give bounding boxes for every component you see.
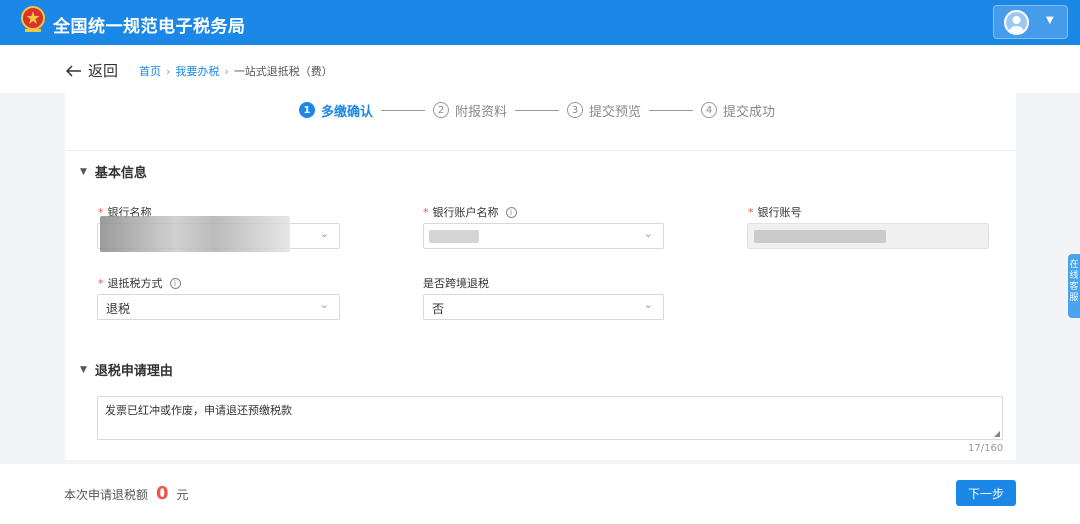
resize-icon[interactable]: ◢: [994, 429, 1000, 438]
char-counter: 17/160: [968, 443, 1004, 454]
amount-value: 0: [156, 483, 169, 504]
breadcrumb-current: 一站式退抵税（费）: [233, 65, 333, 78]
chevron-down-icon: ▼: [80, 166, 87, 177]
chevron-down-icon: ⌄: [319, 227, 329, 240]
user-menu[interactable]: ▼: [993, 5, 1068, 39]
back-arrow-icon: [66, 64, 81, 77]
back-label: 返回: [88, 62, 119, 80]
refund-amount: 本次申请退税额 0 元: [64, 483, 189, 504]
account-no-input: [747, 223, 989, 249]
breadcrumb-home[interactable]: 首页: [139, 65, 161, 78]
step-3: 3 提交预览: [567, 101, 641, 120]
breadcrumb: 首页 › 我要办税 › 一站式退抵税（费）: [139, 65, 333, 78]
side-service-tab[interactable]: 在线客服: [1068, 254, 1080, 318]
avatar-icon: [1004, 10, 1029, 35]
section-basic-title: 基本信息: [94, 166, 147, 181]
chevron-down-icon: ▼: [80, 364, 87, 375]
step-2: 2 附报资料: [433, 101, 507, 120]
cross-border-select[interactable]: 否 ⌄: [423, 294, 664, 320]
section-basic-toggle[interactable]: ▼ 基本信息: [80, 162, 147, 181]
back-button[interactable]: 返回: [66, 60, 118, 81]
account-no-label: * 银行账号: [748, 205, 802, 220]
step-4: 4 提交成功: [701, 101, 775, 120]
account-name-label: * 银行账户名称 i: [423, 204, 517, 220]
chevron-down-icon: ⌄: [643, 298, 653, 311]
chevron-down-icon: ▼: [1046, 15, 1054, 26]
refund-method-label: * 退抵税方式 i: [98, 275, 181, 291]
info-icon[interactable]: i: [505, 206, 517, 218]
next-button[interactable]: 下一步: [956, 480, 1016, 506]
step-indicator: 1 多缴确认 2 附报资料 3 提交预览 4 提交成功: [299, 99, 775, 121]
app-title: 全国统一规范电子税务局: [53, 17, 246, 37]
chevron-down-icon: ⌄: [319, 298, 329, 311]
emblem-icon: [19, 6, 47, 34]
divider: [65, 150, 1016, 151]
section-reason-title: 退税申请理由: [94, 364, 173, 379]
amount-unit: 元: [176, 488, 189, 502]
reason-text: 发票已红冲或作废，申请退还预缴税款: [105, 404, 292, 417]
info-icon[interactable]: i: [169, 277, 181, 289]
breadcrumb-tax[interactable]: 我要办税: [175, 65, 219, 78]
section-reason-toggle[interactable]: ▼ 退税申请理由: [80, 360, 173, 379]
cross-border-label: 是否跨境退税: [423, 277, 489, 290]
reason-textarea[interactable]: 发票已红冲或作废，申请退还预缴税款 ◢: [97, 396, 1003, 440]
step-1: 1 多缴确认: [299, 101, 373, 120]
chevron-down-icon: ⌄: [643, 227, 653, 240]
amount-label: 本次申请退税额: [64, 488, 149, 502]
refund-method-select[interactable]: 退税 ⌄: [97, 294, 340, 320]
account-name-select[interactable]: ⌄: [423, 223, 664, 249]
bank-name-select[interactable]: ⌄: [97, 216, 340, 252]
